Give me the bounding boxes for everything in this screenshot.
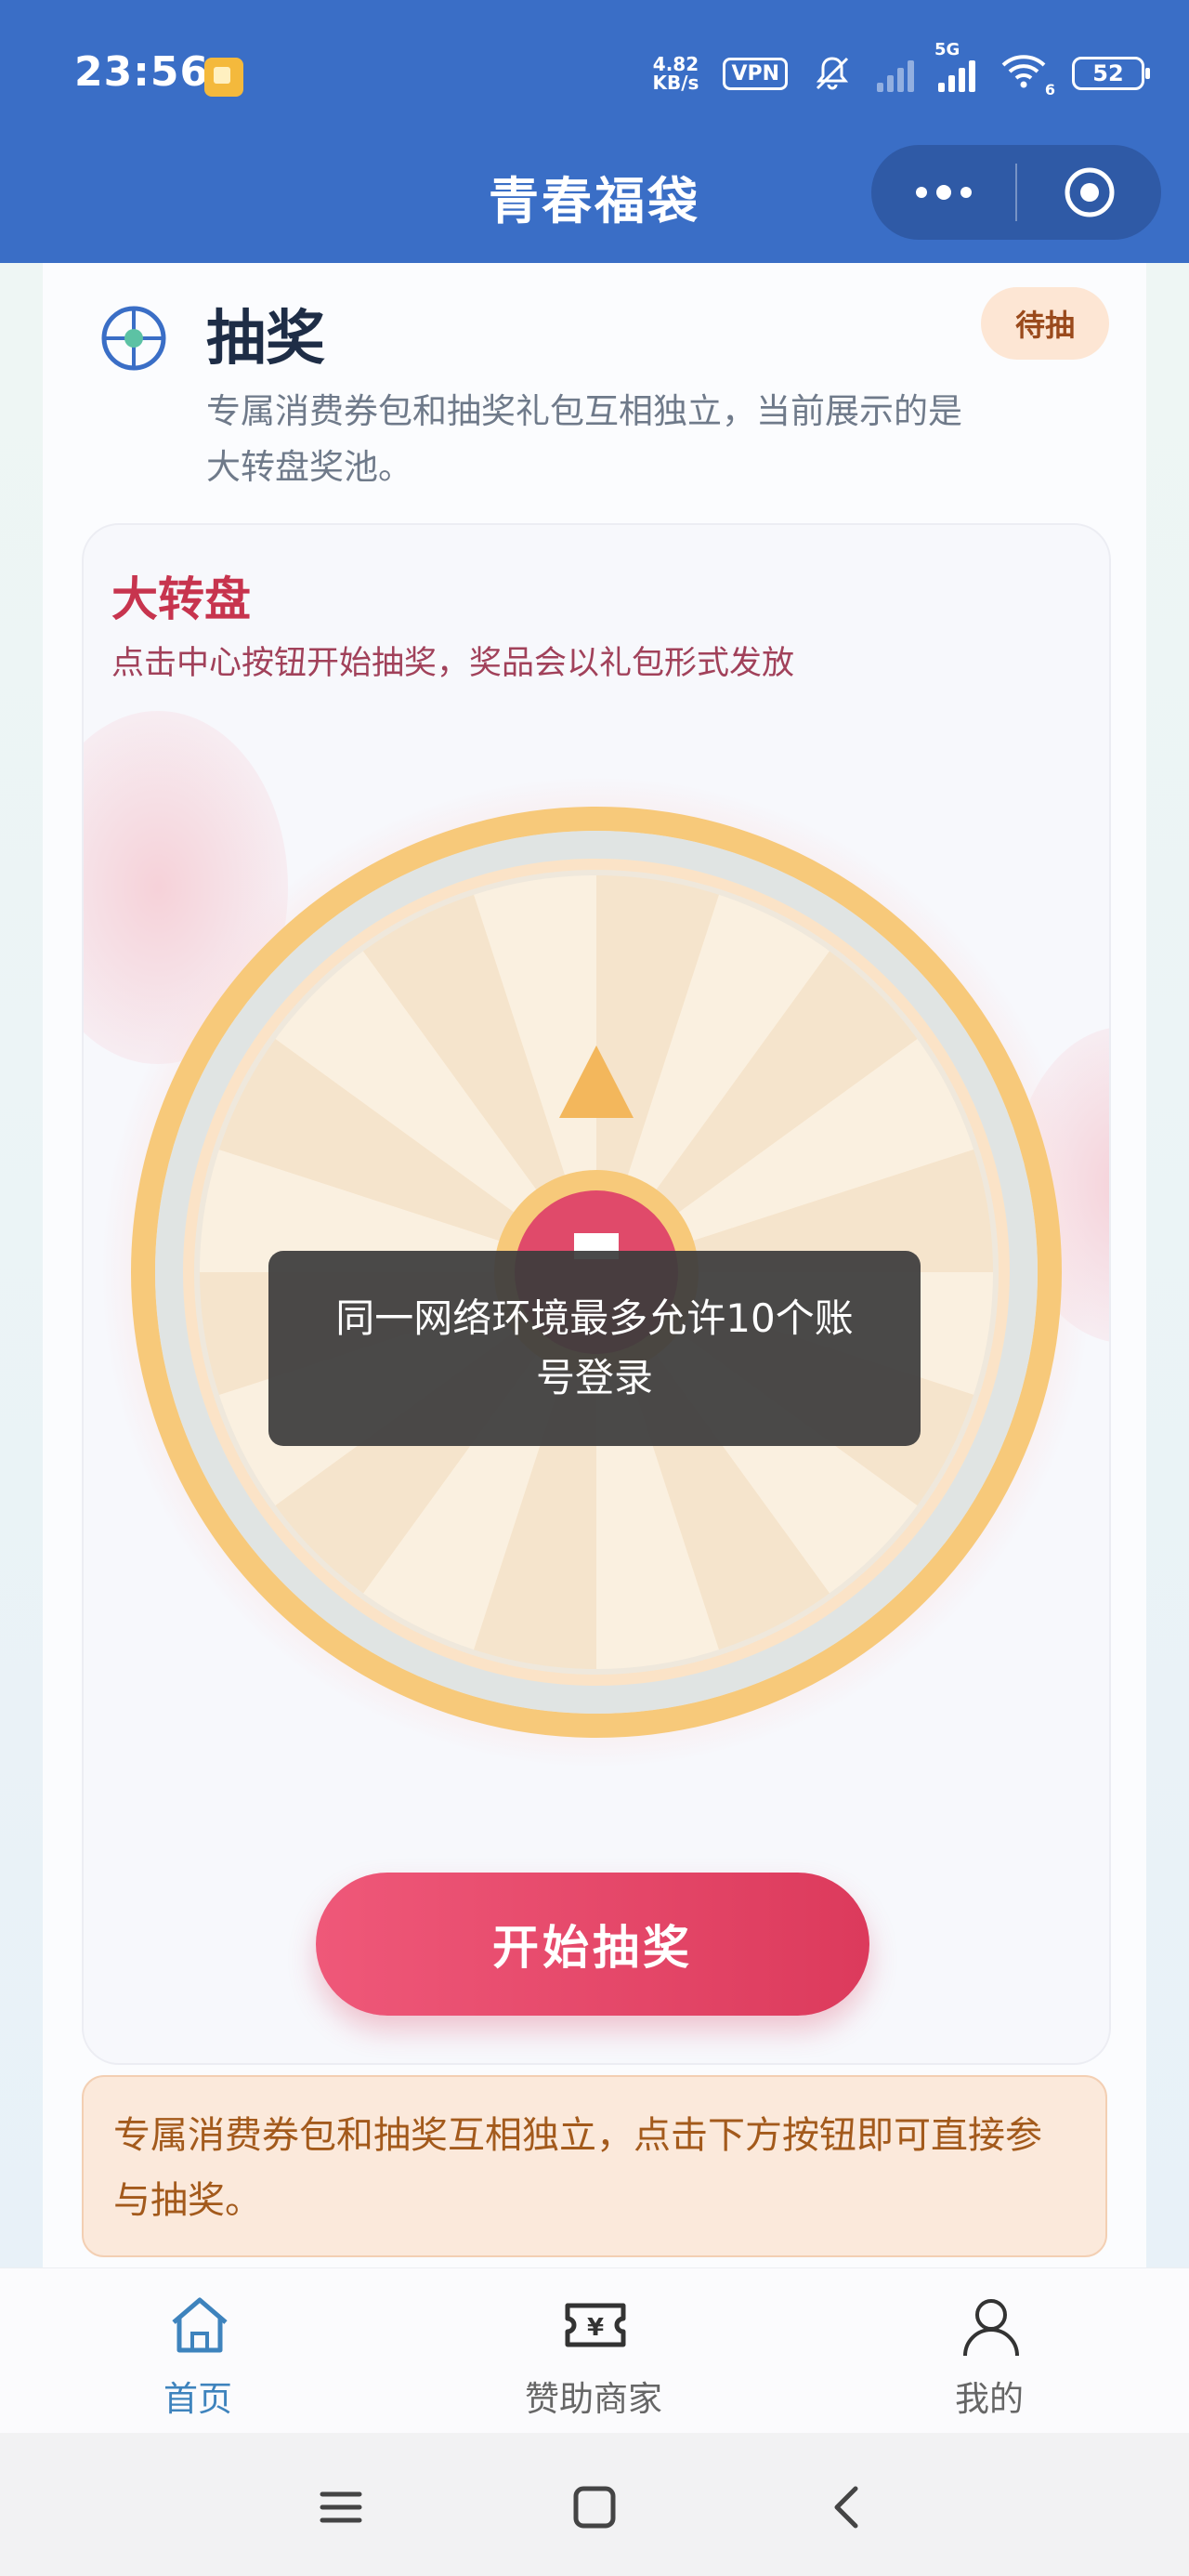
network-speed-value: 4.82 <box>652 53 699 75</box>
home-square-icon[interactable] <box>567 2479 622 2535</box>
status-badge: 待抽 <box>981 287 1109 360</box>
tab-mine-label: 我的 <box>955 2379 1024 2419</box>
clock: 23:56 <box>74 48 210 96</box>
wheel-title: 大转盘 <box>111 572 251 626</box>
status-bar: 23:56 4.82 KB/s VPN 5G 6 52 <box>0 0 1189 158</box>
toast-message: 同一网络环境最多允许10个账号登录 <box>268 1251 921 1446</box>
svg-text:¥: ¥ <box>587 2314 604 2342</box>
back-icon[interactable] <box>820 2479 876 2535</box>
bell-muted-icon <box>816 57 849 90</box>
mini-program-capsule <box>871 145 1161 240</box>
network-speed-unit: KB/s <box>652 72 699 94</box>
wifi-icon: 6 <box>1000 52 1055 99</box>
tab-sponsor-label: 赞助商家 <box>525 2379 662 2419</box>
app-header: 23:56 4.82 KB/s VPN 5G 6 52 青春福袋 <box>0 0 1189 263</box>
close-button[interactable] <box>1017 145 1161 240</box>
status-icons: 4.82 KB/s VPN 5G 6 52 <box>652 40 1150 99</box>
tab-home[interactable]: 首页 <box>59 2268 337 2434</box>
notice-box: 专属消费券包和抽奖互相独立，点击下方按钮即可直接参与抽奖。 <box>82 2075 1107 2257</box>
network-speed: 4.82 KB/s <box>652 55 699 92</box>
start-draw-button[interactable]: 开始抽奖 <box>316 1873 869 2016</box>
notification-app-icon <box>204 58 243 97</box>
target-icon <box>1065 167 1114 217</box>
signal-sim1-icon <box>877 55 914 92</box>
tab-sponsor[interactable]: ¥ 赞助商家 <box>454 2268 733 2434</box>
tab-home-label: 首页 <box>163 2379 232 2419</box>
bottom-tab-bar: 首页 ¥ 赞助商家 我的 <box>0 2267 1189 2434</box>
crosshair-icon <box>101 306 166 371</box>
tab-mine[interactable]: 我的 <box>850 2268 1129 2434</box>
wifi-badge: 6 <box>1044 81 1055 99</box>
ticket-icon: ¥ <box>565 2303 626 2347</box>
battery-icon: 52 <box>1072 57 1150 90</box>
menu-icon[interactable] <box>313 2479 369 2535</box>
more-button[interactable] <box>871 145 1015 240</box>
section-description: 专属消费券包和抽奖礼包互相独立，当前展示的是大转盘奖池。 <box>206 391 962 487</box>
section-title: 抽奖 <box>206 305 325 374</box>
user-icon <box>963 2299 1019 2357</box>
page-background-left <box>0 263 43 2270</box>
page-background-right <box>1146 263 1189 2270</box>
network-type: 5G <box>934 40 960 59</box>
vpn-icon: VPN <box>723 57 788 90</box>
signal-5g-icon: 5G <box>934 40 975 92</box>
wheel-subtitle: 点击中心按钮开始抽奖，奖品会以礼包形式发放 <box>111 645 795 682</box>
home-icon <box>172 2297 228 2353</box>
system-nav-bar <box>0 2433 1189 2576</box>
